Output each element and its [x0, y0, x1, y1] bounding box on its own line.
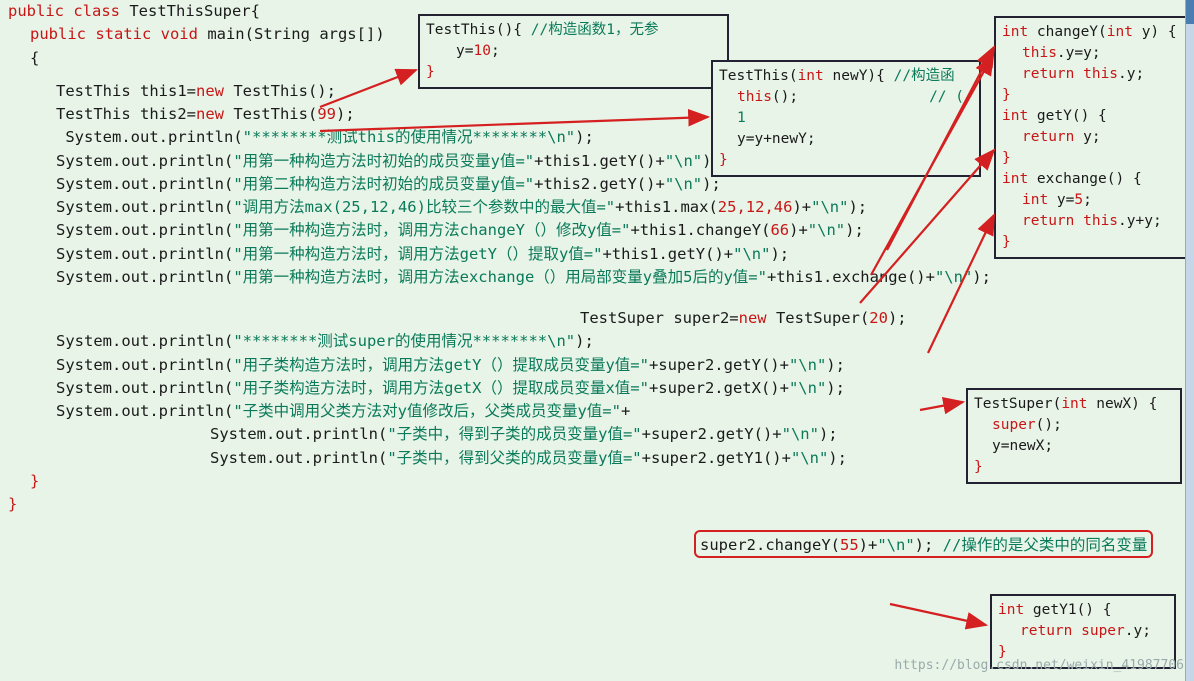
watermark: https://blog.csdn.net/weixin_41987706	[894, 658, 1184, 673]
code-line: System.out.println("用子类构造方法时，调用方法getY（）提…	[0, 354, 1194, 377]
scrollbar-thumb[interactable]	[1186, 0, 1194, 24]
snippet-box-constructor1: TestThis(){ //构造函数1，无参 y=10; }	[418, 14, 729, 89]
code-line: TestSuper super2=new TestSuper(20);	[0, 307, 1194, 330]
code-line: }	[0, 493, 1194, 516]
snippet-box-methods: int changeY(int y) { this.y=y; return th…	[994, 16, 1188, 259]
code-line: System.out.println("********测试super的使用情况…	[0, 330, 1194, 353]
scrollbar[interactable]	[1185, 0, 1194, 681]
snippet-box-testsuper: TestSuper(int newX) { super(); y=newX; }	[966, 388, 1182, 484]
snippet-box-constructor2: TestThis(int newY){ //构造函 this(); // ( 1…	[711, 60, 981, 177]
highlight-box: super2.changeY(55)+"\n"); //操作的是父类中的同名变量	[694, 530, 1153, 558]
code-line: System.out.println("用第一种构造方法时，调用方法exchan…	[0, 266, 1194, 289]
